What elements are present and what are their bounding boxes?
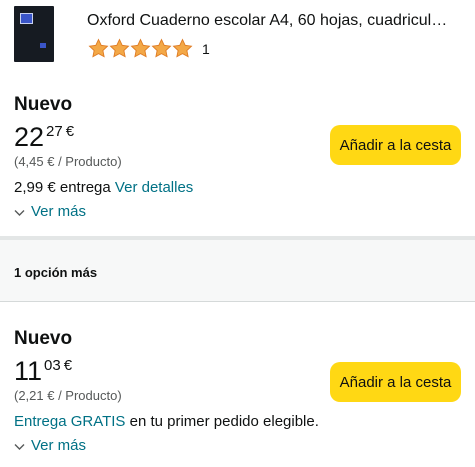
offer-listing-page: Oxford Cuaderno escolar A4, 60 hojas, cu… [0,0,475,467]
chevron-down-icon [14,443,25,450]
add-to-cart-button[interactable]: Añadir a la cesta [330,362,461,402]
offer-price: 11 03 € [14,355,72,387]
offer-condition: Nuevo [14,328,73,349]
price-whole: 11 [14,356,43,386]
product-thumbnail[interactable] [14,6,54,62]
brand-logo-mark [20,13,33,24]
see-more-toggle[interactable]: Ver más [14,436,86,456]
offer-condition: Nuevo [14,94,73,115]
product-title[interactable]: Oxford Cuaderno escolar A4, 60 hojas, cu… [87,11,467,31]
price-fraction: 03 [44,357,61,374]
thumbnail-mark [40,43,46,48]
star-icon [172,38,193,58]
star-rating[interactable] [88,37,193,59]
offer-card: Nuevo 11 03 € (2,21 € / Producto) Entreg… [0,326,475,467]
more-options-band[interactable]: 1 opción más [0,240,475,302]
see-more-label: Ver más [31,437,87,454]
delivery-info: Entrega GRATIS en tu primer pedido elegi… [14,412,319,432]
delivery-cost: 2,99 € entrega [14,179,111,196]
delivery-details-link[interactable]: Ver detalles [115,179,193,196]
offer-price: 22 27 € [14,121,74,153]
price-whole: 22 [14,122,45,152]
rating-count[interactable]: 1 [202,40,210,58]
see-more-label: Ver más [31,203,87,220]
unit-price: (2,21 € / Producto) [14,388,122,403]
price-currency: € [63,357,73,374]
free-delivery-link[interactable]: Entrega GRATIS [14,413,125,430]
star-icon [88,38,109,58]
price-currency: € [65,123,75,140]
chevron-down-icon [14,209,25,216]
delivery-condition: en tu primer pedido elegible. [129,413,319,430]
add-to-cart-button[interactable]: Añadir a la cesta [330,125,461,165]
star-icon [109,38,130,58]
see-more-toggle[interactable]: Ver más [14,202,86,222]
price-fraction: 27 [46,123,63,140]
offer-card: Nuevo 22 27 € (4,45 € / Producto) 2,99 €… [0,92,475,230]
unit-price: (4,45 € / Producto) [14,154,122,169]
more-options-label: 1 opción más [14,265,98,280]
delivery-info: 2,99 € entrega Ver detalles [14,178,193,198]
star-icon [151,38,172,58]
star-icon [130,38,151,58]
product-header[interactable]: Oxford Cuaderno escolar A4, 60 hojas, cu… [0,0,475,80]
